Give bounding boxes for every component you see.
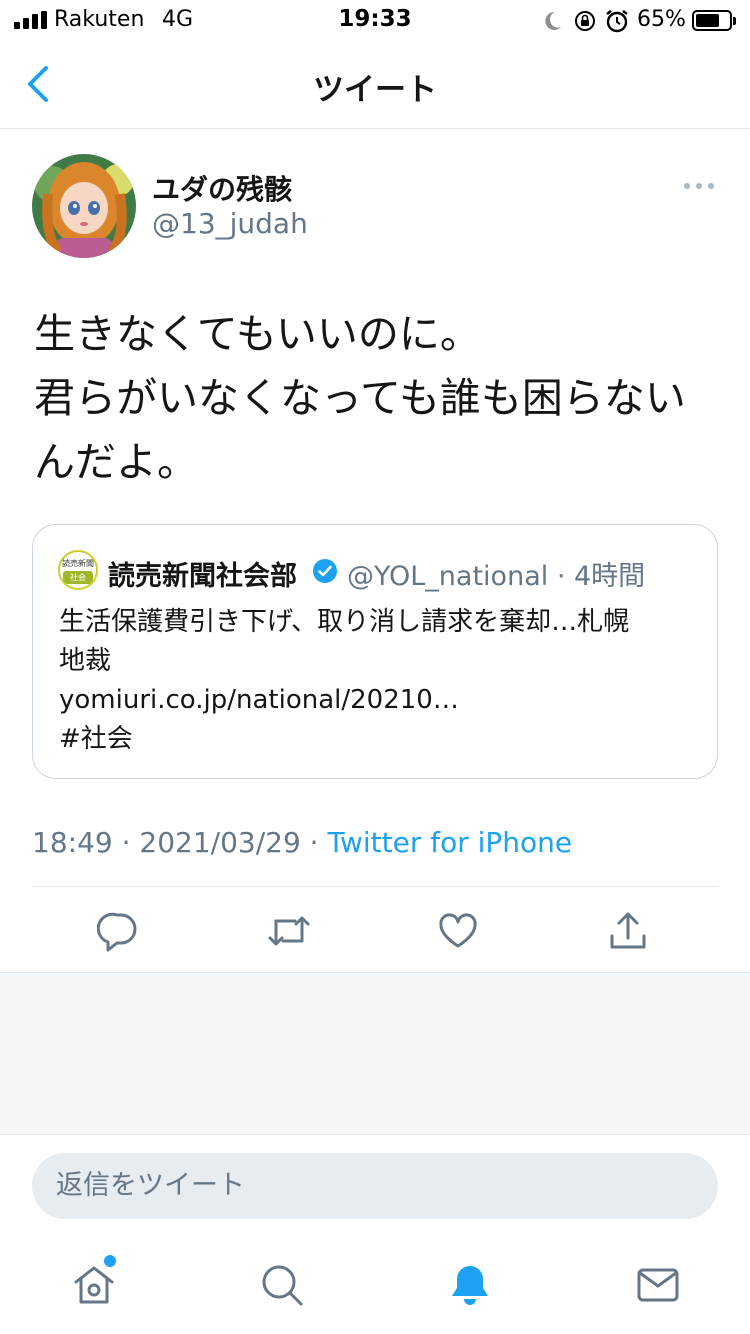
status-bar: Rakuten 4G 19:33 65% [0,0,750,40]
quote-text-line: 地裁 [59,646,112,676]
tweet-source-link[interactable]: Twitter for iPhone [327,826,572,859]
quote-text-line: 生活保護費引き下げ、取り消し請求を棄却…札幌 [59,607,630,637]
more-dot-icon [708,183,714,189]
tweet-text: 生きなくてもいいのに。 君らがいなくなっても誰も困らない んだよ。 [34,302,724,494]
share-button[interactable] [607,910,649,952]
tweet-meta: 18:49 · 2021/03/29 · Twitter for iPhone [32,826,572,859]
retweet-button[interactable] [267,910,310,952]
share-icon [610,912,646,949]
quote-author-name: 読売新聞社会部 [108,561,297,592]
more-options-button[interactable] [684,178,716,194]
battery-icon [692,10,736,31]
quote-text: 生活保護費引き下げ、取り消し請求を棄却…札幌 地裁 yomiuri.co.jp/… [59,603,699,759]
home-icon [74,1266,114,1304]
like-icon [439,913,477,948]
messages-icon [637,1268,679,1302]
tweet-timestamp: 18:49 · 2021/03/29 · [32,826,328,859]
unread-badge [104,1255,116,1267]
page-title: ツイート [313,72,437,108]
more-dot-icon [696,183,702,189]
tab-search[interactable] [259,1262,305,1308]
divider [32,886,718,887]
reply-icon [96,912,137,952]
quote-avatar-top-text: 読売新聞 [62,559,94,568]
tweet-text-line: 君らがいなくなっても誰も困らない [34,374,686,422]
quote-link: yomiuri.co.jp/national/20210… [59,685,459,715]
moon-icon [545,11,561,30]
status-icons: 65% [540,7,740,35]
tweet-text-line: 生きなくてもいいのに。 [34,310,481,358]
nav-header: ツイート [0,40,750,129]
more-dot-icon [684,183,690,189]
retweet-icon [268,916,310,946]
quote-handle-time: @YOL_national · 4時間 [347,561,646,592]
tab-home[interactable] [71,1262,117,1308]
alarm-clock-icon [606,10,628,33]
doll-avatar-image [32,154,136,258]
quote-hashtag: #社会 [59,724,133,754]
battery-percent: 65% [637,7,686,32]
empty-replies-area [0,973,750,1135]
rotation-lock-icon [575,11,595,31]
like-button[interactable] [437,910,479,952]
notifications-icon [452,1266,488,1305]
search-icon [262,1265,303,1306]
author-handle[interactable]: @13_judah [152,207,308,240]
avatar[interactable] [32,154,136,258]
quote-avatar-bottom-text: 社会 [63,571,93,584]
verified-badge-icon [313,559,337,583]
tab-messages[interactable] [635,1262,681,1308]
tweet-text-line: んだよ。 [34,438,198,486]
reply-button[interactable] [96,910,139,952]
reply-bar: 返信をツイート [0,1136,750,1236]
quoted-tweet-card[interactable]: 読売新聞 社会 読売新聞社会部 @YOL_national · 4時間 生活保護… [32,524,718,779]
tab-notifications[interactable] [447,1262,493,1308]
quote-avatar: 読売新聞 社会 [58,550,98,590]
reply-input[interactable]: 返信をツイート [32,1153,718,1219]
author-display-name[interactable]: ユダの残骸 [152,168,292,208]
